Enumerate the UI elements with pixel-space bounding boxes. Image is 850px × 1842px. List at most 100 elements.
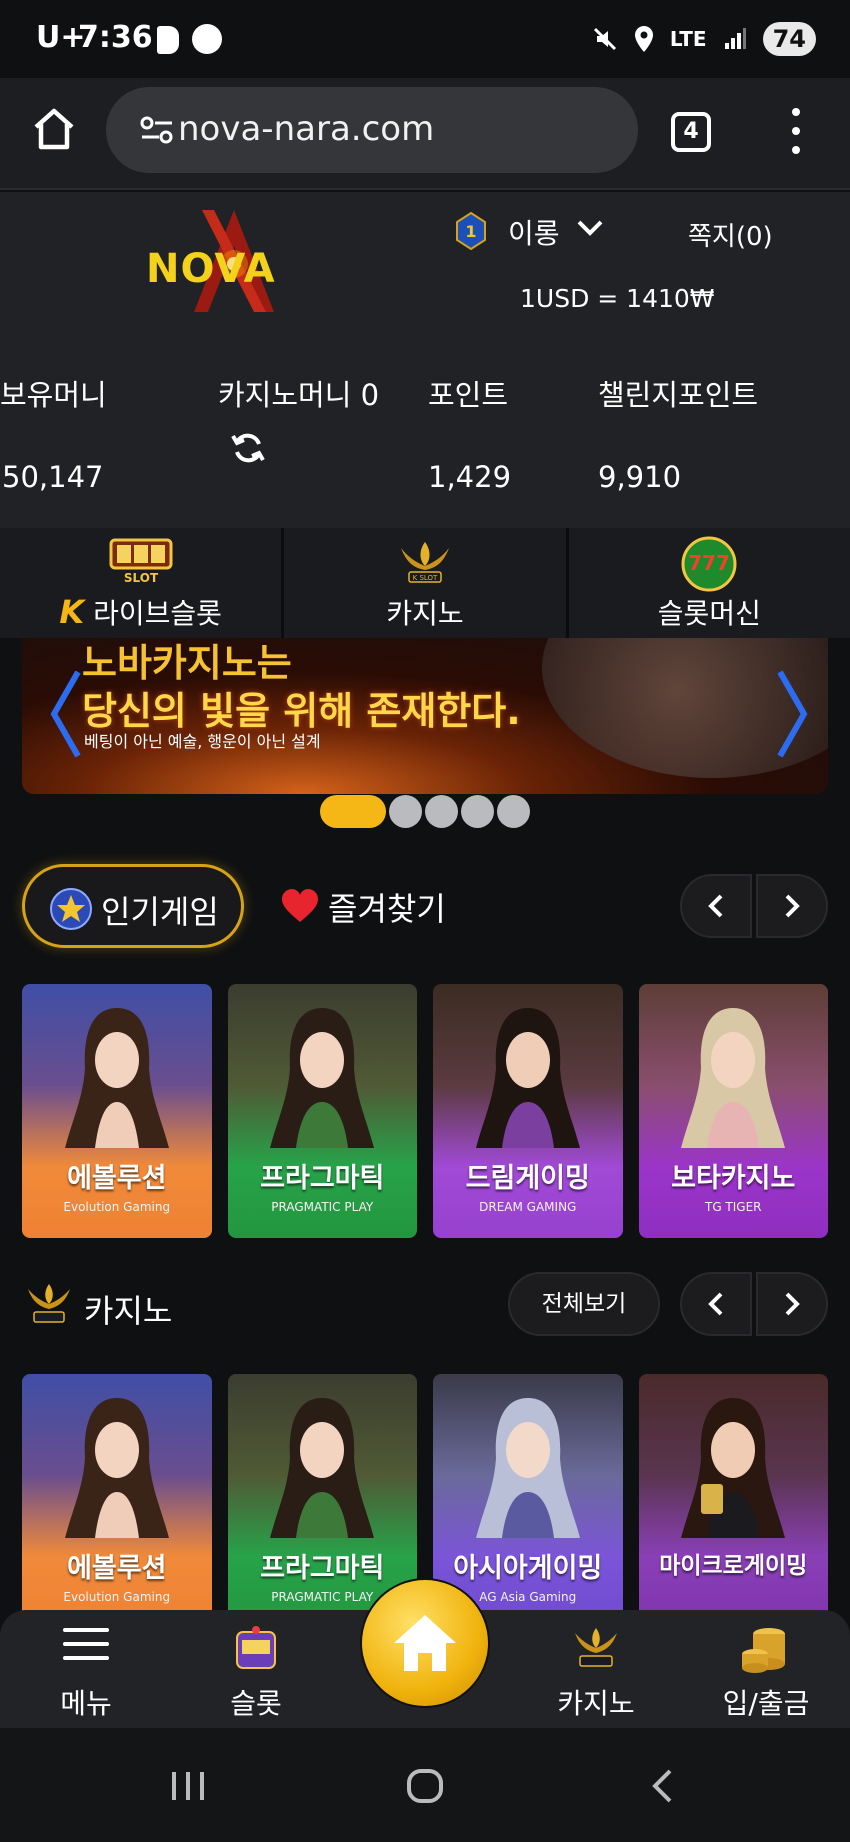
provider-name: Evolution Gaming [63, 1200, 171, 1214]
carousel-dot[interactable] [461, 795, 494, 828]
game-name: 에볼루션 [67, 1163, 167, 1194]
nav-slot-label: 슬롯 [230, 1687, 282, 1720]
provider-name: DREAM GAMING [479, 1200, 577, 1214]
nav-menu[interactable]: 메뉴 [16, 1610, 156, 1728]
exchange-rate: 1USD = 1410₩ [520, 284, 715, 313]
banner-caption: 베팅이 아닌 예술, 행운이 아닌 설계 [84, 732, 321, 751]
k-logo-icon: K [59, 593, 85, 631]
promo-banner[interactable]: 노바카지노는 당신의 빛을 위해 존재한다. 베팅이 아닌 예술, 행운이 아닌… [22, 638, 828, 794]
battery-indicator: 74 [762, 22, 816, 56]
heart-icon[interactable] [280, 888, 320, 924]
refresh-icon[interactable] [230, 430, 266, 466]
mute-icon [593, 27, 616, 51]
recent-apps-icon[interactable] [170, 1770, 206, 1802]
tab-casino-label: 카지노 [386, 597, 464, 630]
status-bar: U+ 7:36 LTE 74 [0, 0, 850, 78]
chevron-left-icon [708, 894, 723, 918]
casino-prev-button[interactable] [680, 1272, 752, 1336]
back-icon[interactable] [650, 1768, 674, 1804]
tab-favorites[interactable]: 즐겨찾기 [328, 884, 446, 930]
game-name: 드림게이밍 [465, 1163, 590, 1194]
tab-slot-machine[interactable]: 777 슬롯머신 [569, 528, 850, 638]
banner-subheadline: 당신의 빛을 위해 존재한다. [82, 689, 521, 733]
game-card[interactable]: 에볼루션 Evolution Gaming [22, 984, 212, 1238]
talk-app-icon [192, 24, 222, 54]
carousel-dot[interactable] [497, 795, 530, 828]
category-tabs: SLOT K 라이브슬롯 K SLOT 카지노 777 슬롯머신 [0, 528, 850, 638]
chevron-right-icon [785, 1292, 800, 1316]
points-value: 1,429 [428, 460, 512, 494]
dealer-portrait [681, 1398, 786, 1538]
popular-games-label: 인기게임 [101, 893, 219, 931]
carousel-indicators [320, 795, 530, 828]
home-button-face [362, 1580, 488, 1706]
nova-logo[interactable]: NOVA [142, 206, 322, 316]
tab-switcher-button[interactable]: 4 [671, 112, 711, 152]
chevron-down-icon[interactable] [576, 216, 604, 240]
system-home-icon[interactable] [406, 1768, 444, 1804]
nav-menu-label: 메뉴 [60, 1687, 112, 1720]
chevron-left-icon [708, 1292, 723, 1316]
banner-prev-icon[interactable] [48, 666, 84, 762]
messages-link[interactable]: 쪽지(0) [688, 216, 773, 253]
view-all-button[interactable]: 전체보기 [508, 1272, 660, 1336]
popular-prev-button[interactable] [680, 874, 752, 938]
game-card[interactable]: 프라그마틱 PRAGMATIC PLAY [227, 984, 417, 1238]
carousel-dot[interactable] [425, 795, 458, 828]
casino-section-icon [28, 1284, 70, 1323]
provider-name: Evolution Gaming [63, 1590, 171, 1604]
dealer-portrait [681, 1008, 786, 1148]
nav-casino[interactable]: 카지노 [526, 1610, 666, 1728]
game-card[interactable]: 드림게이밍 DREAM GAMING [433, 984, 623, 1238]
game-name: 에볼루션 [67, 1553, 167, 1584]
game-name: 마이크로게이밍 [659, 1553, 808, 1579]
dealer-portrait [270, 1008, 375, 1148]
holding-money-value: 50,147 [2, 460, 104, 494]
status-icons: LTE 74 [592, 22, 816, 56]
dealer-portrait [64, 1008, 169, 1148]
signal-icon [724, 28, 746, 49]
network-label: LTE [669, 27, 707, 51]
provider-name: PRAGMATIC PLAY [271, 1200, 374, 1214]
provider-name: TG TIGER [704, 1200, 762, 1214]
casino-money-label: 카지노머니 0 [218, 378, 380, 412]
url-text[interactable]: nova-nara.com [178, 109, 434, 149]
game-name: 보타카지노 [671, 1163, 796, 1194]
dealer-portrait [475, 1398, 580, 1538]
game-card[interactable]: 에볼루션 Evolution Gaming [22, 1374, 212, 1628]
holding-money-label: 보유머니 [0, 378, 107, 412]
location-icon [634, 26, 653, 52]
tab-popular-games[interactable]: 인기게임 [22, 864, 244, 948]
carousel-dot[interactable] [389, 795, 422, 828]
banner-next-icon[interactable] [774, 666, 810, 762]
address-bar[interactable]: nova-nara.com [106, 87, 638, 173]
site-settings-icon[interactable] [140, 115, 174, 145]
nav-deposit-withdraw-label: 입/출금 [722, 1687, 810, 1720]
tab-live-slot[interactable]: SLOT K 라이브슬롯 [0, 528, 285, 638]
dealer-portrait [64, 1398, 169, 1538]
coins-icon [742, 1628, 785, 1673]
carousel-dot[interactable] [320, 795, 386, 828]
star-icon [50, 888, 92, 930]
nav-deposit-withdraw[interactable]: 입/출금 [696, 1610, 836, 1728]
dealer-portrait [475, 1008, 580, 1148]
svg-text:K SLOT: K SLOT [413, 574, 438, 582]
tab-live-slot-label: K 라이브슬롯 [59, 593, 222, 631]
home-button[interactable] [360, 1578, 490, 1708]
site-header: NOVA 1 이롱 쪽지(0) 1USD = 1410₩ 보유머니 50,147… [0, 192, 850, 528]
game-card[interactable]: 보타카지노 TG TIGER [638, 984, 828, 1238]
casino-icon: K SLOT [400, 542, 449, 583]
svg-text:SLOT: SLOT [124, 571, 159, 585]
browser-toolbar: nova-nara.com 4 [0, 78, 850, 190]
svg-text:777: 777 [688, 551, 730, 575]
casino-next-button[interactable] [756, 1272, 828, 1336]
tab-casino[interactable]: K SLOT 카지노 [284, 528, 569, 638]
game-card[interactable]: 마이크로게이밍 [638, 1374, 828, 1628]
tab-slot-machine-label: 슬롯머신 [657, 597, 761, 630]
username[interactable]: 이롱 [508, 212, 560, 252]
svg-text:1: 1 [465, 222, 476, 241]
home-icon[interactable] [30, 105, 78, 153]
popular-next-button[interactable] [756, 874, 828, 938]
nav-slot[interactable]: 슬롯 [186, 1610, 326, 1728]
more-menu-icon[interactable] [783, 108, 809, 154]
